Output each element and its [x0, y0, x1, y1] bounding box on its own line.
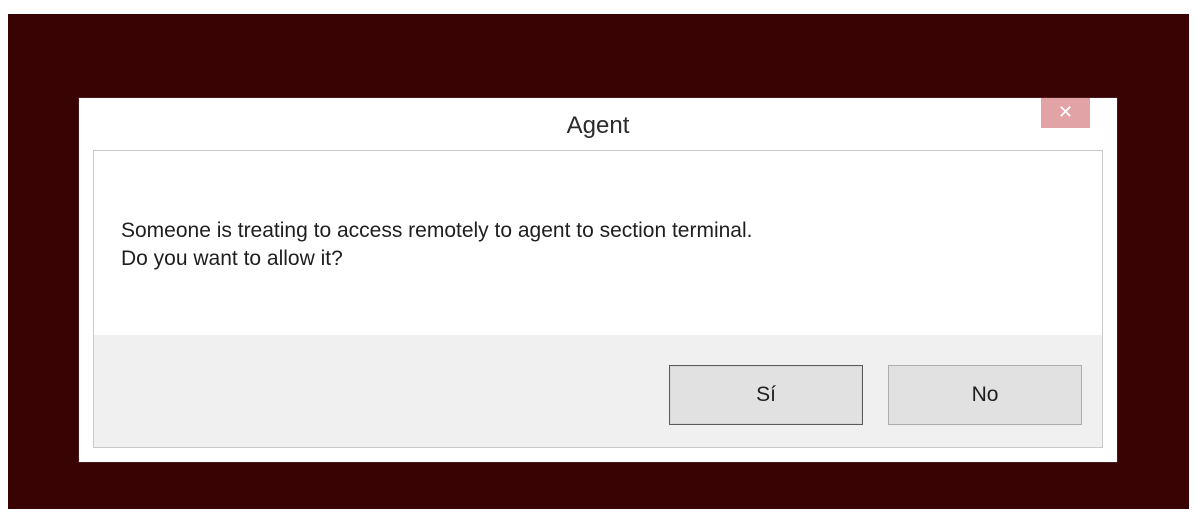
close-button[interactable]: ✕ — [1041, 98, 1090, 128]
yes-button[interactable]: Sí — [669, 365, 863, 425]
dialog-titlebar: Agent ✕ — [79, 98, 1117, 150]
message-line-2: Do you want to allow it? — [121, 247, 343, 270]
dialog-button-bar: Sí No — [94, 335, 1102, 447]
dialog-title: Agent — [566, 112, 630, 139]
message-dialog: Agent ✕ Someone is treating to access re… — [78, 97, 1118, 463]
no-button[interactable]: No — [888, 365, 1082, 425]
message-line-1: Someone is treating to access remotely t… — [121, 219, 753, 242]
dialog-message: Someone is treating to access remotely t… — [121, 217, 753, 273]
close-icon: ✕ — [1057, 102, 1074, 123]
dialog-content: Someone is treating to access remotely t… — [93, 150, 1103, 448]
